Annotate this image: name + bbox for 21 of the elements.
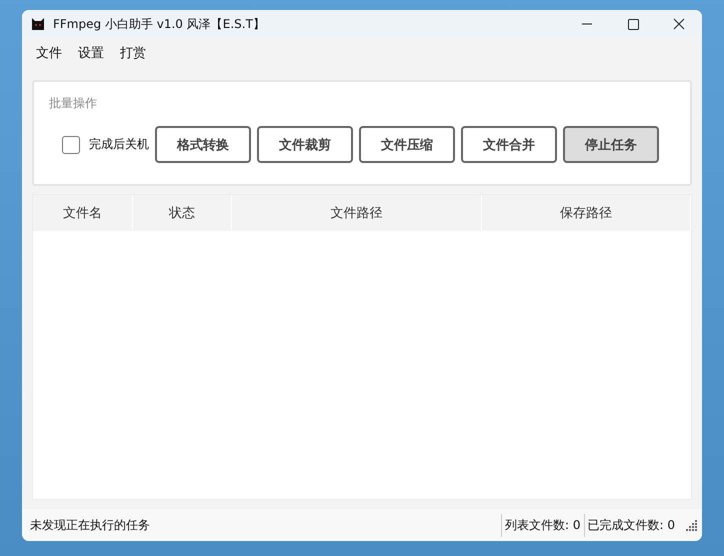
status-count: 列表文件数: 0 — [501, 514, 584, 536]
column-header[interactable]: 文件名 — [33, 195, 133, 231]
menu-item[interactable]: 文件 — [30, 44, 68, 62]
action-button[interactable]: 文件合并 — [461, 126, 557, 163]
checkbox[interactable] — [62, 136, 80, 154]
column-header[interactable]: 保存路径 — [482, 195, 691, 231]
app-icon — [31, 18, 45, 30]
column-header[interactable]: 文件路径 — [232, 195, 482, 231]
window-title: FFmpeg 小白助手 v1.0 风泽【E.S.T】 — [53, 16, 266, 32]
action-button[interactable]: 停止任务 — [563, 126, 659, 163]
checkbox-label: 完成后关机 — [89, 136, 149, 153]
group-title: 批量操作 — [48, 95, 98, 112]
status-count: 已完成文件数: 0 — [584, 514, 678, 536]
action-button[interactable]: 格式转换 — [155, 126, 251, 163]
status-message: 未发现正在执行的任务 — [29, 516, 151, 534]
action-button[interactable]: 文件裁剪 — [257, 126, 353, 163]
action-button[interactable]: 文件压缩 — [359, 126, 455, 163]
menu-item[interactable]: 打赏 — [114, 44, 152, 62]
resize-grip-icon[interactable] — [686, 519, 698, 531]
menu-item[interactable]: 设置 — [72, 44, 110, 62]
column-header[interactable]: 状态 — [132, 195, 232, 231]
